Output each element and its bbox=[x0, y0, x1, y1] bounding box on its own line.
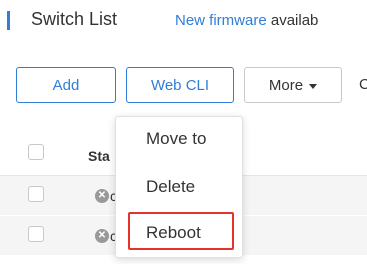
notice-text: availab bbox=[266, 12, 319, 29]
firmware-notice: New firmware availab bbox=[175, 12, 318, 29]
offline-status-icon: ✕ bbox=[95, 189, 109, 203]
web-cli-button[interactable]: Web CLI bbox=[126, 67, 234, 103]
select-all-checkbox[interactable] bbox=[28, 144, 44, 160]
column-header-status: Sta bbox=[88, 148, 110, 164]
switch-list-page: Switch List New firmware availab Add Web… bbox=[0, 0, 367, 264]
menu-item-move-to[interactable]: Move to bbox=[146, 129, 206, 149]
menu-item-delete[interactable]: Delete bbox=[146, 177, 195, 197]
title-accent-bar bbox=[7, 11, 10, 30]
more-dropdown-button[interactable]: More bbox=[244, 67, 342, 103]
row-checkbox[interactable] bbox=[28, 186, 44, 202]
new-firmware-link[interactable]: New firmware bbox=[175, 12, 267, 29]
reboot-highlight-box bbox=[128, 212, 234, 250]
web-cli-button-label: Web CLI bbox=[150, 76, 210, 94]
add-button[interactable]: Add bbox=[16, 67, 116, 103]
row-checkbox[interactable] bbox=[28, 226, 44, 242]
page-title: Switch List bbox=[31, 9, 118, 29]
caret-down-icon bbox=[309, 83, 318, 89]
more-button-label: More bbox=[268, 76, 304, 94]
add-button-label: Add bbox=[52, 76, 80, 94]
offline-status-icon: ✕ bbox=[95, 229, 109, 243]
toolbar-cut-text: C bbox=[359, 76, 367, 93]
